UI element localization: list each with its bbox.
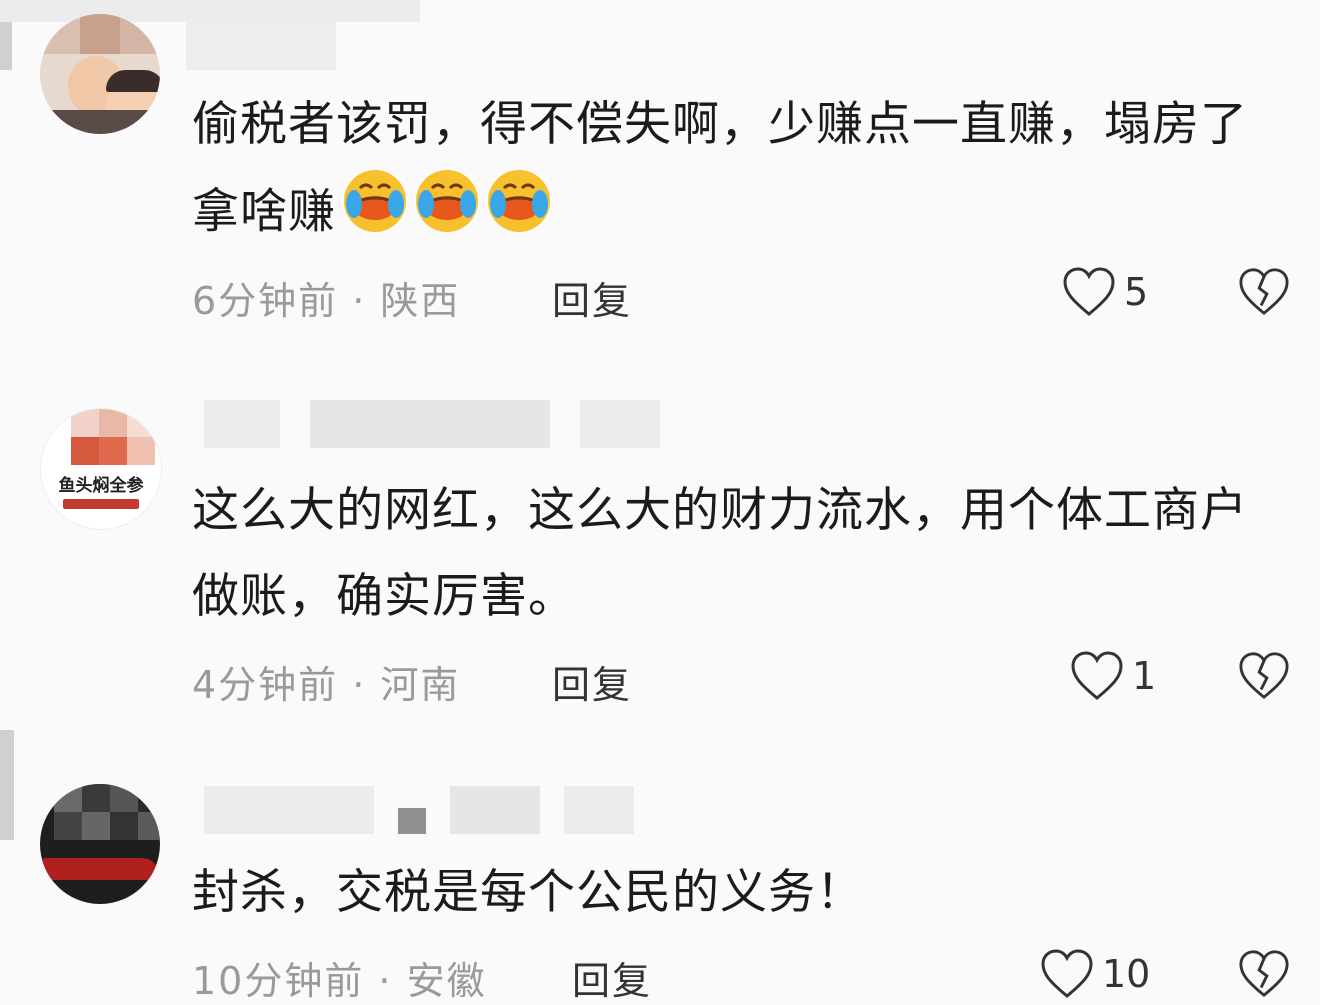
reply-button[interactable]: 回复 <box>572 950 652 1005</box>
heart-outline-icon <box>1063 267 1115 316</box>
comment-item: 偷税者该罚，得不偿失啊，少赚点一直赚，塌房了拿啥赚 6分钟前 · 陕西 回复 5 <box>0 0 1320 360</box>
like-count: 5 <box>1124 270 1149 314</box>
avatar-mosaic <box>54 784 160 840</box>
avatar[interactable] <box>40 784 160 904</box>
avatar[interactable]: 鱼头焖全参 <box>40 408 162 530</box>
comment-meta: 10分钟前 · 安徽 <box>192 959 487 1003</box>
broken-heart-icon <box>1239 652 1289 700</box>
username-blur <box>204 786 634 834</box>
heart-outline-icon <box>1071 651 1123 700</box>
avatar-logo-bar <box>63 499 139 509</box>
comment-item: 鱼头焖全参 这么大的网红，这么大的财力流水，用个体工商户做账，确实厉害。 4分钟… <box>0 380 1320 740</box>
like-count: 10 <box>1102 952 1151 996</box>
broken-heart-icon <box>1239 268 1289 316</box>
comment-item: 封杀，交税是每个公民的义务！ 10分钟前 · 安徽 回复 10 <box>0 760 1320 1003</box>
like-button[interactable]: 1 <box>1070 650 1156 702</box>
avatar-child-hair <box>106 70 160 92</box>
broken-heart-icon <box>1239 950 1289 998</box>
avatar-car-shape <box>40 858 160 880</box>
avatar-mosaic <box>71 409 155 465</box>
face-with-tears-of-joy-emoji <box>486 168 552 262</box>
heart-outline-icon <box>1041 949 1093 998</box>
face-with-tears-of-joy-emoji <box>414 168 480 262</box>
like-button[interactable]: 5 <box>1062 266 1148 318</box>
like-count: 1 <box>1132 654 1157 698</box>
username-blur <box>204 400 660 448</box>
comment-text: 这么大的网红，这么大的财力流水，用个体工商户做账，确实厉害。 <box>192 483 1248 624</box>
face-with-tears-of-joy-emoji <box>342 168 408 262</box>
comment-meta: 4分钟前 · 河南 <box>192 663 461 707</box>
reply-button[interactable]: 回复 <box>552 654 632 709</box>
comment-text: 封杀，交税是每个公民的义务！ <box>192 865 864 920</box>
avatar[interactable] <box>40 14 160 134</box>
reply-button[interactable]: 回复 <box>552 270 632 325</box>
avatar-clothes <box>40 110 160 134</box>
comment-text: 偷税者该罚，得不偿失啊，少赚点一直赚，塌房了拿啥赚 <box>192 82 1272 262</box>
dislike-button[interactable] <box>1238 948 1290 1004</box>
comment-meta: 6分钟前 · 陕西 <box>192 279 461 323</box>
username-blur <box>186 22 336 70</box>
avatar-logo-text: 鱼头焖全参 <box>58 476 144 496</box>
dislike-button[interactable] <box>1238 266 1290 322</box>
like-button[interactable]: 10 <box>1040 948 1150 1000</box>
dislike-button[interactable] <box>1238 650 1290 706</box>
avatar-mosaic <box>40 14 160 54</box>
